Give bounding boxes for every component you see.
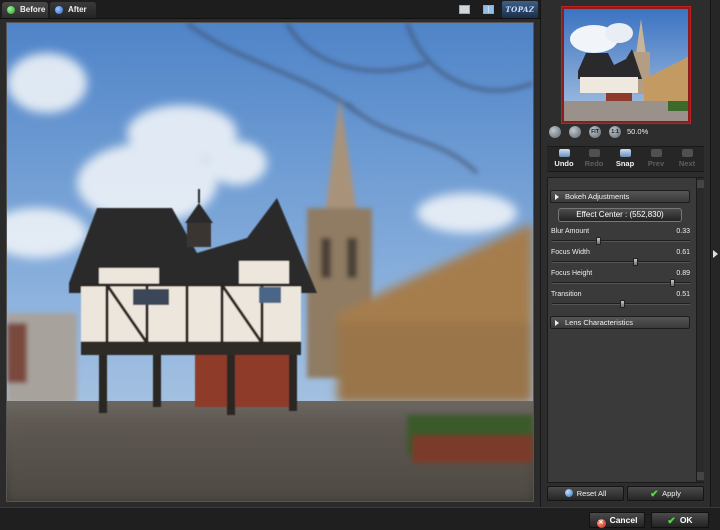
blue-dot-icon xyxy=(55,6,63,14)
expand-triangle-icon xyxy=(555,194,559,200)
panel-collapse-strip[interactable] xyxy=(710,0,720,507)
cancel-button[interactable]: ✕ Cancel xyxy=(589,512,645,528)
snap-label: Snap xyxy=(615,159,635,168)
undo-icon xyxy=(558,149,570,157)
ok-button[interactable]: ✔ OK xyxy=(651,512,709,528)
bokeh-adjustments-header[interactable]: Bokeh Adjustments xyxy=(550,190,690,203)
focus-width-slider[interactable]: Focus Width 0.61 xyxy=(550,249,692,269)
ok-label: OK xyxy=(679,515,693,525)
next-button[interactable]: Next xyxy=(672,149,702,171)
cancel-label: Cancel xyxy=(609,515,638,525)
reset-icon xyxy=(564,489,573,497)
focus-width-value: 0.61 xyxy=(676,249,690,256)
slider-track[interactable] xyxy=(552,282,690,284)
zoom-in-icon[interactable] xyxy=(569,126,581,138)
expand-triangle-icon xyxy=(555,320,559,326)
fit-icon[interactable]: FIT xyxy=(589,126,601,138)
check-icon: ✔ xyxy=(650,489,659,500)
navigator-preview[interactable] xyxy=(561,6,691,124)
lens-characteristics-label: Lens Characteristics xyxy=(565,318,633,327)
slider-track[interactable] xyxy=(552,240,690,242)
redo-icon xyxy=(588,149,600,157)
footer-bar: ✕ Cancel ✔ OK xyxy=(0,507,720,530)
next-label: Next xyxy=(678,159,696,168)
photo-image xyxy=(7,23,533,501)
split-view-icon[interactable] xyxy=(483,5,494,14)
transition-label: Transition xyxy=(551,291,582,298)
main-photo-preview[interactable] xyxy=(6,22,534,502)
zoom-controls: FIT 1:1 50.0% xyxy=(549,125,709,139)
top-tab-bar: Before After TOPAZ xyxy=(0,0,540,19)
focus-height-value: 0.89 xyxy=(676,270,690,277)
navigator-thumbnail xyxy=(564,9,688,121)
scroll-up-arrow[interactable] xyxy=(697,180,704,188)
reset-all-label: Reset All xyxy=(576,489,607,498)
cancel-icon: ✕ xyxy=(596,519,606,528)
next-icon xyxy=(681,149,693,157)
lens-characteristics-header[interactable]: Lens Characteristics xyxy=(550,316,690,329)
undo-label: Undo xyxy=(554,159,574,168)
apply-button[interactable]: ✔ Apply xyxy=(627,486,704,501)
apply-label: Apply xyxy=(662,489,681,498)
single-view-icon[interactable] xyxy=(459,5,470,14)
topaz-logo: TOPAZ xyxy=(502,1,538,18)
collapse-arrow-icon[interactable] xyxy=(713,250,718,258)
zoom-value: 50.0% xyxy=(627,127,649,136)
slider-track[interactable] xyxy=(552,261,690,263)
right-panel: FIT 1:1 50.0% Undo Redo Snap Prev Next B… xyxy=(540,0,710,507)
settings-panel: Bokeh Adjustments Effect Center : (552,8… xyxy=(547,177,704,483)
prev-button[interactable]: Prev xyxy=(641,149,671,171)
focus-width-label: Focus Width xyxy=(551,249,590,256)
prev-label: Prev xyxy=(647,159,665,168)
slider-knob[interactable] xyxy=(619,300,625,308)
scroll-down-arrow[interactable] xyxy=(697,472,704,480)
bokeh-adjustments-label: Bokeh Adjustments xyxy=(565,192,630,201)
history-toolbar: Undo Redo Snap Prev Next xyxy=(547,146,704,172)
redo-button[interactable]: Redo xyxy=(579,149,609,171)
blur-amount-value: 0.33 xyxy=(676,228,690,235)
slider-knob[interactable] xyxy=(633,258,639,266)
effect-center-button[interactable]: Effect Center : (552,830) xyxy=(558,208,682,222)
tab-before[interactable]: Before xyxy=(2,2,48,18)
blur-amount-slider[interactable]: Blur Amount 0.33 xyxy=(550,228,692,248)
blur-amount-label: Blur Amount xyxy=(551,228,590,235)
green-dot-icon xyxy=(7,6,15,14)
zoom-out-icon[interactable] xyxy=(549,126,561,138)
transition-slider[interactable]: Transition 0.51 xyxy=(550,291,692,311)
ok-check-icon: ✔ xyxy=(667,516,676,527)
focus-height-slider[interactable]: Focus Height 0.89 xyxy=(550,270,692,290)
slider-knob[interactable] xyxy=(670,279,676,287)
focus-height-label: Focus Height xyxy=(551,270,593,277)
tab-before-label: Before xyxy=(20,5,46,14)
tab-after[interactable]: After xyxy=(50,2,96,18)
redo-label: Redo xyxy=(584,159,604,168)
prev-icon xyxy=(650,149,662,157)
snap-button[interactable]: Snap xyxy=(610,149,640,171)
one-to-one-icon[interactable]: 1:1 xyxy=(609,126,621,138)
settings-scrollbar[interactable] xyxy=(696,178,704,482)
snap-icon xyxy=(619,149,631,157)
tab-after-label: After xyxy=(68,5,87,14)
undo-button[interactable]: Undo xyxy=(549,149,579,171)
reset-all-button[interactable]: Reset All xyxy=(547,486,624,501)
transition-value: 0.51 xyxy=(676,291,690,298)
slider-knob[interactable] xyxy=(595,237,601,245)
